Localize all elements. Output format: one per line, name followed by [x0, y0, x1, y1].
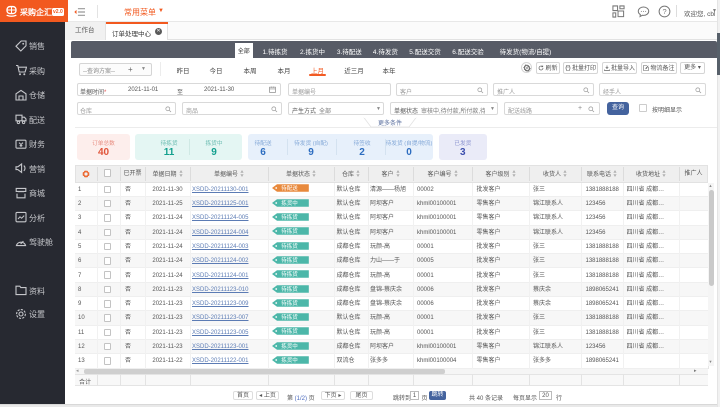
svg-text:待拣货: 待拣货: [281, 285, 298, 293]
svg-text:拣货中: 拣货中: [281, 356, 298, 364]
svg-text:待拣货: 待拣货: [281, 213, 298, 221]
svg-text:待配送: 待配送: [281, 184, 298, 192]
svg-text:待拣货: 待拣货: [281, 270, 298, 278]
svg-text:待拣货: 待拣货: [281, 327, 298, 335]
svg-text:待拣货: 待拣货: [281, 227, 298, 235]
svg-text:待拣货: 待拣货: [281, 256, 298, 264]
svg-text:待拣货: 待拣货: [281, 242, 298, 250]
svg-text:待拣货: 待拣货: [281, 313, 298, 321]
svg-text:拣货中: 拣货中: [281, 199, 298, 207]
svg-text:待拣货: 待拣货: [281, 299, 298, 307]
svg-text:更多条件: 更多条件: [378, 119, 402, 127]
svg-text:拣货中: 拣货中: [281, 342, 298, 350]
svg-text:?: ?: [662, 7, 666, 16]
